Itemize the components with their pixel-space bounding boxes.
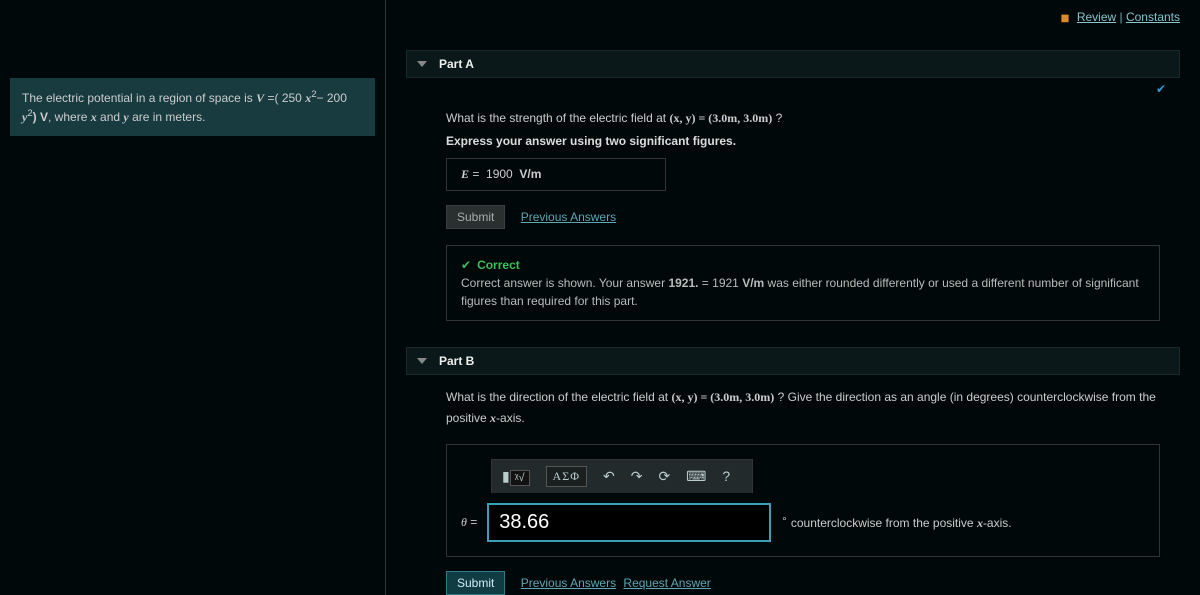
caret-down-icon [417,358,427,364]
submit-button-a[interactable]: Submit [446,205,505,229]
part-b-header[interactable]: Part B [406,347,1180,375]
constants-link[interactable]: Constants [1126,10,1180,24]
part-a-body: What is the strength of the electric fie… [406,96,1180,339]
previous-answers-b[interactable]: Previous Answers [521,576,616,590]
help-button[interactable]: ? [722,468,730,484]
answer-input-b[interactable] [487,503,771,542]
previous-answers-a[interactable]: Previous Answers [521,210,616,224]
answer-area-b: ▮ᵡ√ ΑΣΦ ↶ ↷ ⟳ ⌨ ? θ = ∘ counterclockwise… [446,444,1160,557]
feedback-a: ✔Correct Correct answer is shown. Your a… [446,245,1160,321]
caret-down-icon [417,61,427,67]
book-icon: ▮▮ [1060,13,1067,24]
part-a-header[interactable]: Part A [406,50,1180,78]
check-green-icon: ✔ [461,258,471,272]
undo-button[interactable]: ↶ [603,468,615,485]
top-links: ▮▮ Review | Constants [406,0,1180,42]
request-answer-b[interactable]: Request Answer [623,576,710,590]
check-icon: ✔ [1156,82,1170,96]
greek-button[interactable]: ΑΣΦ [546,466,587,487]
submit-button-b[interactable]: Submit [446,571,505,595]
part-b-body: What is the direction of the electric fi… [406,375,1180,595]
templates-button[interactable]: ▮ᵡ√ [502,468,530,485]
answer-toolbar: ▮ᵡ√ ΑΣΦ ↶ ↷ ⟳ ⌨ ? [491,459,753,493]
part-a-title: Part A [439,57,474,71]
part-b-title: Part B [439,354,474,368]
answer-readonly-a: E = 1900 V/m [446,158,666,191]
problem-statement: The electric potential in a region of sp… [10,78,375,136]
keyboard-button[interactable]: ⌨ [686,468,706,485]
reset-button[interactable]: ⟳ [658,468,670,485]
review-link[interactable]: Review [1077,10,1116,24]
redo-button[interactable]: ↷ [631,468,643,485]
instruction-a: Express your answer using two significan… [446,134,1160,148]
